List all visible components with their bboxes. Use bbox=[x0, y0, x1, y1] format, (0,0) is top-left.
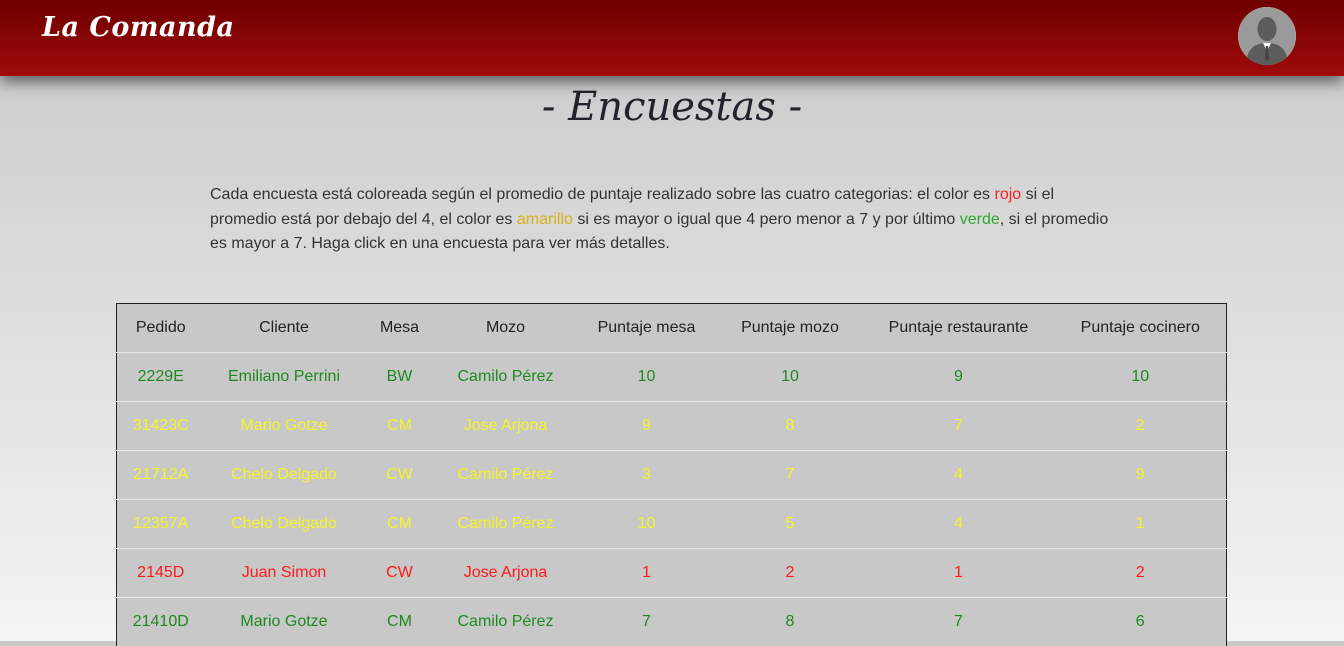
surveys-table: Pedido Cliente Mesa Mozo Puntaje mesa Pu… bbox=[116, 303, 1227, 646]
surveys-table-container: Pedido Cliente Mesa Mozo Puntaje mesa Pu… bbox=[116, 303, 1226, 646]
cell-mesa: CW bbox=[364, 451, 436, 500]
header-puntaje-restaurante: Puntaje restaurante bbox=[863, 304, 1055, 353]
cell-puntaje-cocinero: 6 bbox=[1055, 598, 1227, 646]
description-red-word: rojo bbox=[994, 186, 1021, 203]
cell-pedido: 2145D bbox=[117, 549, 205, 598]
cell-puntaje-mesa: 3 bbox=[576, 451, 718, 500]
description-part3: si es mayor o igual que 4 pero menor a 7… bbox=[573, 211, 960, 228]
cell-cliente: Juan Simon bbox=[205, 549, 364, 598]
cell-mesa: BW bbox=[364, 353, 436, 402]
header-puntaje-mozo: Puntaje mozo bbox=[718, 304, 863, 353]
brand-logo[interactable]: La Comanda bbox=[42, 12, 234, 43]
cell-puntaje-mesa: 9 bbox=[576, 402, 718, 451]
cell-puntaje-mozo: 5 bbox=[718, 500, 863, 549]
cell-mesa: CW bbox=[364, 549, 436, 598]
cell-puntaje-restaurante: 1 bbox=[863, 549, 1055, 598]
header-mesa: Mesa bbox=[364, 304, 436, 353]
table-body: 2229EEmiliano PerriniBWCamilo Pérez10109… bbox=[117, 353, 1227, 646]
table-header-row: Pedido Cliente Mesa Mozo Puntaje mesa Pu… bbox=[117, 304, 1227, 353]
cell-pedido: 21712A bbox=[117, 451, 205, 500]
cell-pedido: 31423C bbox=[117, 402, 205, 451]
table-row[interactable]: 2145DJuan SimonCWJose Arjona1212 bbox=[117, 549, 1227, 598]
cell-cliente: Mario Gotze bbox=[205, 402, 364, 451]
cell-puntaje-mesa: 1 bbox=[576, 549, 718, 598]
cell-puntaje-restaurante: 7 bbox=[863, 402, 1055, 451]
table-row[interactable]: 31423CMario GotzeCMJose Arjona9872 bbox=[117, 402, 1227, 451]
cell-mesa: CM bbox=[364, 500, 436, 549]
cell-puntaje-cocinero: 9 bbox=[1055, 451, 1227, 500]
cell-puntaje-cocinero: 10 bbox=[1055, 353, 1227, 402]
cell-puntaje-mozo: 8 bbox=[718, 402, 863, 451]
user-silhouette-icon bbox=[1238, 7, 1296, 65]
description-yellow-word: amarillo bbox=[517, 211, 573, 228]
cell-cliente: Chelo Delgado bbox=[205, 451, 364, 500]
cell-puntaje-restaurante: 4 bbox=[863, 500, 1055, 549]
page-title: - Encuestas - bbox=[0, 84, 1344, 130]
cell-puntaje-cocinero: 2 bbox=[1055, 549, 1227, 598]
header-puntaje-mesa: Puntaje mesa bbox=[576, 304, 718, 353]
table-row[interactable]: 21712AChelo DelgadoCWCamilo Pérez3749 bbox=[117, 451, 1227, 500]
cell-mesa: CM bbox=[364, 598, 436, 646]
header-pedido: Pedido bbox=[117, 304, 205, 353]
cell-mozo: Camilo Pérez bbox=[436, 500, 576, 549]
cell-pedido: 21410D bbox=[117, 598, 205, 646]
cell-puntaje-cocinero: 2 bbox=[1055, 402, 1227, 451]
header-cliente: Cliente bbox=[205, 304, 364, 353]
header-mozo: Mozo bbox=[436, 304, 576, 353]
cell-puntaje-cocinero: 1 bbox=[1055, 500, 1227, 549]
cell-cliente: Emiliano Perrini bbox=[205, 353, 364, 402]
cell-cliente: Chelo Delgado bbox=[205, 500, 364, 549]
table-row[interactable]: 21410DMario GotzeCMCamilo Pérez7876 bbox=[117, 598, 1227, 646]
cell-puntaje-mesa: 10 bbox=[576, 353, 718, 402]
table-row[interactable]: 12357AChelo DelgadoCMCamilo Pérez10541 bbox=[117, 500, 1227, 549]
cell-mozo: Camilo Pérez bbox=[436, 451, 576, 500]
cell-mozo: Jose Arjona bbox=[436, 402, 576, 451]
cell-puntaje-mozo: 8 bbox=[718, 598, 863, 646]
cell-puntaje-mozo: 7 bbox=[718, 451, 863, 500]
header-puntaje-cocinero: Puntaje cocinero bbox=[1055, 304, 1227, 353]
cell-puntaje-mesa: 10 bbox=[576, 500, 718, 549]
cell-mozo: Camilo Pérez bbox=[436, 353, 576, 402]
table-row[interactable]: 2229EEmiliano PerriniBWCamilo Pérez10109… bbox=[117, 353, 1227, 402]
description-part1: Cada encuesta está coloreada según el pr… bbox=[210, 186, 994, 203]
cell-cliente: Mario Gotze bbox=[205, 598, 364, 646]
cell-mesa: CM bbox=[364, 402, 436, 451]
cell-puntaje-restaurante: 4 bbox=[863, 451, 1055, 500]
cell-mozo: Camilo Pérez bbox=[436, 598, 576, 646]
cell-puntaje-mozo: 10 bbox=[718, 353, 863, 402]
cell-puntaje-mozo: 2 bbox=[718, 549, 863, 598]
description-green-word: verde bbox=[960, 211, 1000, 228]
cell-mozo: Jose Arjona bbox=[436, 549, 576, 598]
navbar: La Comanda bbox=[0, 0, 1344, 76]
description-text: Cada encuesta está coloreada según el pr… bbox=[210, 183, 1110, 257]
cell-puntaje-restaurante: 9 bbox=[863, 353, 1055, 402]
cell-pedido: 12357A bbox=[117, 500, 205, 549]
cell-pedido: 2229E bbox=[117, 353, 205, 402]
cell-puntaje-mesa: 7 bbox=[576, 598, 718, 646]
cell-puntaje-restaurante: 7 bbox=[863, 598, 1055, 646]
user-avatar-icon[interactable] bbox=[1238, 7, 1296, 65]
